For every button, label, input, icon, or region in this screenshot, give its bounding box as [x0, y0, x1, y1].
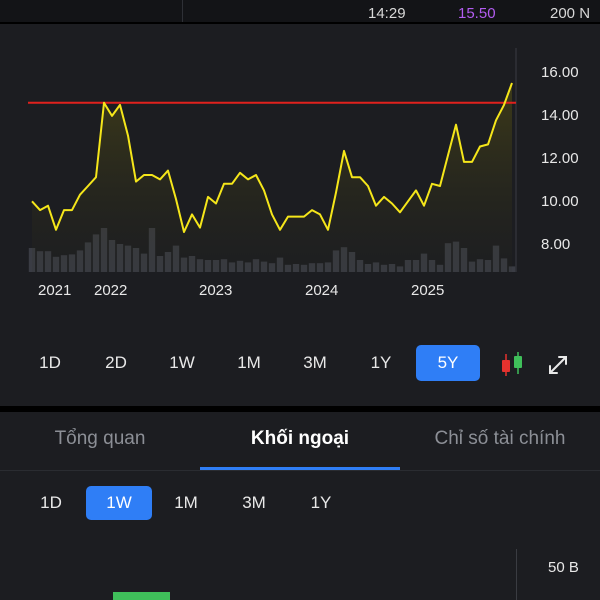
range-button-3m[interactable]: 3M — [283, 345, 347, 381]
fullscreen-button[interactable] — [546, 353, 570, 377]
x-tick-label: 2021 — [38, 282, 72, 299]
period-button-3m[interactable]: 3M — [221, 486, 287, 520]
expand-icon — [549, 356, 567, 374]
range-button-1y[interactable]: 1Y — [349, 345, 413, 381]
trade-volume: 200 N — [550, 5, 591, 22]
top-divider — [182, 0, 183, 22]
active-tab-indicator — [200, 467, 400, 470]
candlestick-toggle-button[interactable] — [499, 351, 525, 379]
x-tick-label: 2025 — [411, 282, 445, 299]
price-chart — [28, 48, 517, 272]
trade-price: 15.50 — [458, 5, 496, 22]
tab-overview[interactable]: Tổng quan — [0, 412, 200, 466]
range-button-2d[interactable]: 2D — [84, 345, 148, 381]
period-button-1d[interactable]: 1D — [18, 486, 84, 520]
section-tabs: Tổng quan Khối ngoại Chỉ số tài chính — [0, 412, 600, 471]
price-chart-panel: 16.00 14.00 12.00 10.00 8.00 2021 2022 2… — [0, 24, 600, 406]
x-tick-label: 2024 — [305, 282, 339, 299]
tab-foreign-trading[interactable]: Khối ngoại — [200, 412, 400, 466]
y-tick-label: 16.00 — [541, 64, 579, 81]
y-tick-label: 12.00 — [541, 150, 579, 167]
range-button-1m[interactable]: 1M — [217, 345, 281, 381]
period-button-1w[interactable]: 1W — [86, 486, 152, 520]
foreign-trading-panel: 1D 1W 1M 3M 1Y 50 B — [0, 471, 600, 600]
range-button-5y[interactable]: 5Y — [416, 345, 480, 381]
y-tick-label: 8.00 — [541, 236, 571, 253]
foreign-y-axis-label: 50 B — [548, 559, 579, 576]
top-strip: 14:29 15.50 200 N — [0, 0, 600, 22]
candlestick-icon — [502, 352, 522, 376]
period-button-1m[interactable]: 1M — [153, 486, 219, 520]
foreign-chart-axis — [516, 549, 517, 600]
y-tick-label: 14.00 — [541, 107, 579, 124]
range-button-1w[interactable]: 1W — [150, 345, 214, 381]
foreign-volume-bar — [113, 592, 170, 600]
x-tick-label: 2023 — [199, 282, 233, 299]
trade-time: 14:29 — [368, 5, 406, 22]
period-button-1y[interactable]: 1Y — [288, 486, 354, 520]
y-tick-label: 10.00 — [541, 193, 579, 210]
x-tick-label: 2022 — [94, 282, 128, 299]
range-button-1d[interactable]: 1D — [18, 345, 82, 381]
tab-financial-ratios[interactable]: Chỉ số tài chính — [400, 412, 600, 466]
